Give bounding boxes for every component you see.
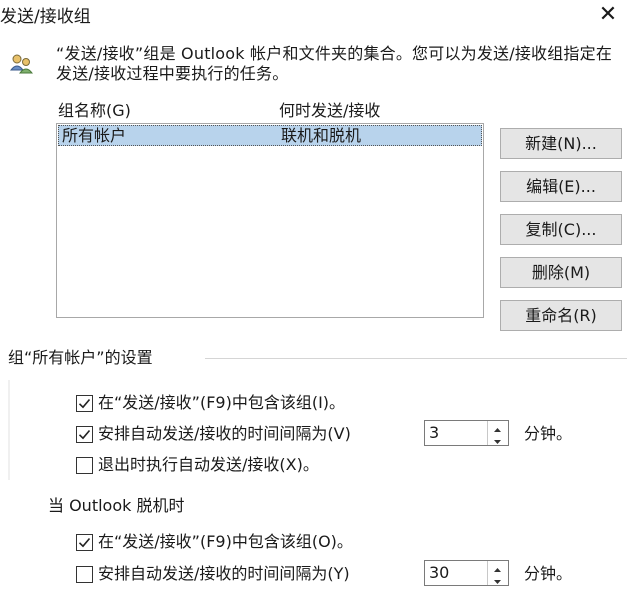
include-online-row[interactable]: 在“发送/接收”(F9)中包含该组(I)。	[76, 391, 436, 415]
schedule-online-label: 安排自动发送/接收的时间间隔为(V)	[98, 424, 351, 443]
schedule-online-checkbox[interactable]	[76, 426, 93, 443]
include-online-checkbox[interactable]	[76, 395, 93, 412]
spin-down-button[interactable]	[488, 573, 507, 585]
delete-button[interactable]: 删除(M)	[500, 257, 622, 288]
new-button[interactable]: 新建(N)...	[500, 128, 622, 159]
exit-send-receive-row[interactable]: 退出时执行自动发送/接收(X)。	[76, 453, 396, 477]
online-interval-spinner[interactable]: 3	[424, 420, 509, 446]
online-interval-value[interactable]: 3	[429, 421, 439, 445]
schedule-offline-row[interactable]: 安排自动发送/接收的时间间隔为(Y)	[76, 562, 416, 586]
edit-button[interactable]: 编辑(E)...	[500, 171, 622, 202]
settings-section-title: 组“所有帐户”的设置	[8, 348, 153, 367]
spin-up-button[interactable]	[488, 561, 507, 573]
offline-interval-spinner[interactable]: 30	[424, 560, 509, 586]
schedule-offline-checkbox[interactable]	[76, 566, 93, 583]
dialog-title: 发送/接收组	[0, 7, 91, 27]
checkmark-icon	[78, 429, 91, 440]
send-receive-groups-icon	[9, 53, 34, 75]
offline-interval-unit: 分钟。	[524, 564, 573, 583]
spin-down-button[interactable]	[488, 433, 507, 445]
list-item[interactable]: 所有帐户 联机和脱机	[58, 125, 482, 146]
intro-text: “发送/接收”组是 Outlook 帐户和文件夹的集合。您可以为发送/接收组指定…	[56, 44, 613, 83]
include-offline-label: 在“发送/接收”(F9)中包含该组(O)。	[98, 532, 353, 551]
copy-button[interactable]: 复制(C)...	[500, 214, 622, 245]
checkmark-icon	[78, 537, 91, 548]
checkmark-icon	[78, 398, 91, 409]
close-icon: ✕	[598, 2, 618, 27]
include-offline-row[interactable]: 在“发送/接收”(F9)中包含该组(O)。	[76, 530, 436, 554]
schedule-online-row[interactable]: 安排自动发送/接收的时间间隔为(V)	[76, 422, 416, 446]
left-margin-line	[8, 380, 10, 480]
group-name-cell: 所有帐户	[62, 126, 127, 145]
spin-up-button[interactable]	[488, 421, 507, 433]
group-when-cell: 联机和脱机	[281, 126, 362, 145]
offline-subsection-title: 当 Outlook 脱机时	[48, 496, 185, 515]
include-online-label: 在“发送/接收”(F9)中包含该组(I)。	[98, 393, 346, 412]
arrow-down-icon	[494, 580, 501, 584]
rename-button[interactable]: 重命名(R)	[500, 300, 622, 331]
exit-send-receive-checkbox[interactable]	[76, 457, 93, 474]
online-interval-unit: 分钟。	[524, 424, 573, 443]
group-list[interactable]: 所有帐户 联机和脱机	[56, 123, 484, 318]
exit-send-receive-label: 退出时执行自动发送/接收(X)。	[98, 455, 319, 474]
include-offline-checkbox[interactable]	[76, 534, 93, 551]
column-header-group-name[interactable]: 组名称(G)	[58, 100, 131, 122]
arrow-down-icon	[494, 440, 501, 444]
schedule-offline-label: 安排自动发送/接收的时间间隔为(Y)	[98, 564, 350, 583]
close-button[interactable]: ✕	[596, 3, 620, 27]
section-divider	[205, 358, 627, 359]
offline-interval-value[interactable]: 30	[429, 561, 449, 585]
column-header-when[interactable]: 何时发送/接收	[279, 100, 380, 122]
